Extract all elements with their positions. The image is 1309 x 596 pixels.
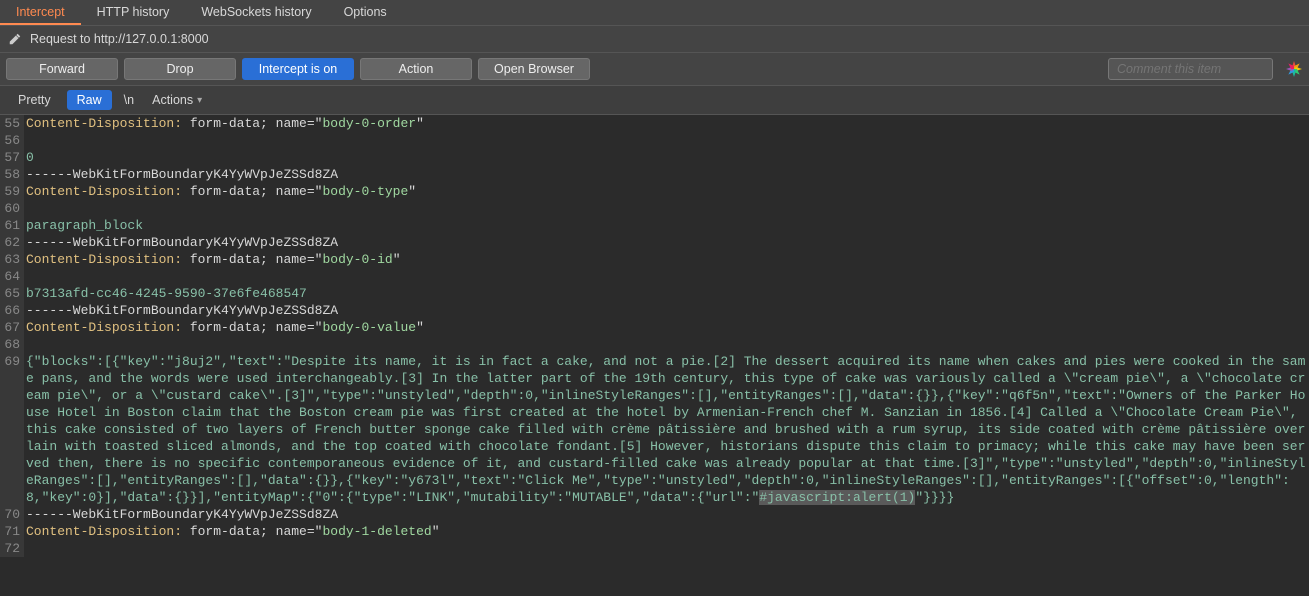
json-body: {"blocks":[{"key":"j8uj2","text":"Despit… bbox=[26, 354, 1305, 505]
line-number: 64 bbox=[0, 268, 24, 285]
boundary-text: ------WebKitFormBoundaryK4YyWVpJeZSSd8ZA bbox=[24, 166, 1309, 183]
line-number: 69 bbox=[0, 353, 24, 506]
line-number: 61 bbox=[0, 217, 24, 234]
drop-button[interactable]: Drop bbox=[124, 58, 236, 80]
line-number: 63 bbox=[0, 251, 24, 268]
code-text: form-data; name=" bbox=[182, 524, 322, 539]
field-name: body-0-value bbox=[322, 320, 416, 335]
code-text: form-data; name=" bbox=[182, 116, 322, 131]
field-value: paragraph_block bbox=[24, 217, 1309, 234]
boundary-text: ------WebKitFormBoundaryK4YyWVpJeZSSd8ZA bbox=[24, 234, 1309, 251]
code-editor[interactable]: 55Content-Disposition: form-data; name="… bbox=[0, 115, 1309, 596]
line-number: 62 bbox=[0, 234, 24, 251]
header-name: Content-Disposition: bbox=[26, 524, 182, 539]
main-tabs: Intercept HTTP history WebSockets histor… bbox=[0, 0, 1309, 26]
forward-button[interactable]: Forward bbox=[6, 58, 118, 80]
pretty-view-button[interactable]: Pretty bbox=[8, 90, 61, 110]
header-name: Content-Disposition: bbox=[26, 184, 182, 199]
json-body: "}}}} bbox=[915, 490, 954, 505]
field-name: body-1-deleted bbox=[322, 524, 431, 539]
field-name: body-0-id bbox=[322, 252, 392, 267]
field-value: b7313afd-cc46-4245-9590-37e6fe468547 bbox=[24, 285, 1309, 302]
open-browser-button[interactable]: Open Browser bbox=[478, 58, 590, 80]
tab-http-history[interactable]: HTTP history bbox=[81, 0, 186, 25]
actions-label: Actions bbox=[152, 93, 193, 107]
line-number: 70 bbox=[0, 506, 24, 523]
action-bar: Forward Drop Intercept is on Action Open… bbox=[0, 53, 1309, 86]
line-number: 60 bbox=[0, 200, 24, 217]
line-number: 71 bbox=[0, 523, 24, 540]
line-number: 55 bbox=[0, 115, 24, 132]
view-bar: Pretty Raw \n Actions ▾ bbox=[0, 86, 1309, 115]
edit-icon[interactable] bbox=[8, 32, 22, 46]
code-text: form-data; name=" bbox=[182, 252, 322, 267]
header-name: Content-Disposition: bbox=[26, 320, 182, 335]
comment-input[interactable] bbox=[1108, 58, 1273, 80]
field-value: 0 bbox=[24, 149, 1309, 166]
header-name: Content-Disposition: bbox=[26, 116, 182, 131]
action-button[interactable]: Action bbox=[360, 58, 472, 80]
chevron-down-icon: ▾ bbox=[197, 95, 202, 106]
line-number: 66 bbox=[0, 302, 24, 319]
line-number: 68 bbox=[0, 336, 24, 353]
boundary-text: ------WebKitFormBoundaryK4YyWVpJeZSSd8ZA bbox=[24, 506, 1309, 523]
request-bar: Request to http://127.0.0.1:8000 bbox=[0, 26, 1309, 53]
line-number: 67 bbox=[0, 319, 24, 336]
intercept-toggle-button[interactable]: Intercept is on bbox=[242, 58, 354, 80]
selected-text: #javascript:alert(1) bbox=[759, 490, 915, 505]
line-number: 58 bbox=[0, 166, 24, 183]
line-number: 57 bbox=[0, 149, 24, 166]
code-text: form-data; name=" bbox=[182, 184, 322, 199]
field-name: body-0-type bbox=[322, 184, 408, 199]
code-text: form-data; name=" bbox=[182, 320, 322, 335]
tab-intercept[interactable]: Intercept bbox=[0, 0, 81, 25]
tab-websockets-history[interactable]: WebSockets history bbox=[185, 0, 327, 25]
request-target-text: Request to http://127.0.0.1:8000 bbox=[30, 32, 209, 46]
line-number: 72 bbox=[0, 540, 24, 557]
line-number: 56 bbox=[0, 132, 24, 149]
line-number: 65 bbox=[0, 285, 24, 302]
code-text: " bbox=[408, 184, 416, 199]
code-text: " bbox=[416, 116, 424, 131]
newline-toggle[interactable]: \n bbox=[118, 90, 140, 110]
tab-options[interactable]: Options bbox=[328, 0, 403, 25]
highlight-icon[interactable] bbox=[1285, 60, 1303, 78]
code-text: " bbox=[416, 320, 424, 335]
header-name: Content-Disposition: bbox=[26, 252, 182, 267]
code-text: " bbox=[432, 524, 440, 539]
actions-dropdown[interactable]: Actions ▾ bbox=[146, 90, 208, 110]
boundary-text: ------WebKitFormBoundaryK4YyWVpJeZSSd8ZA bbox=[24, 302, 1309, 319]
line-number: 59 bbox=[0, 183, 24, 200]
raw-view-button[interactable]: Raw bbox=[67, 90, 112, 110]
code-text: " bbox=[393, 252, 401, 267]
field-name: body-0-order bbox=[322, 116, 416, 131]
